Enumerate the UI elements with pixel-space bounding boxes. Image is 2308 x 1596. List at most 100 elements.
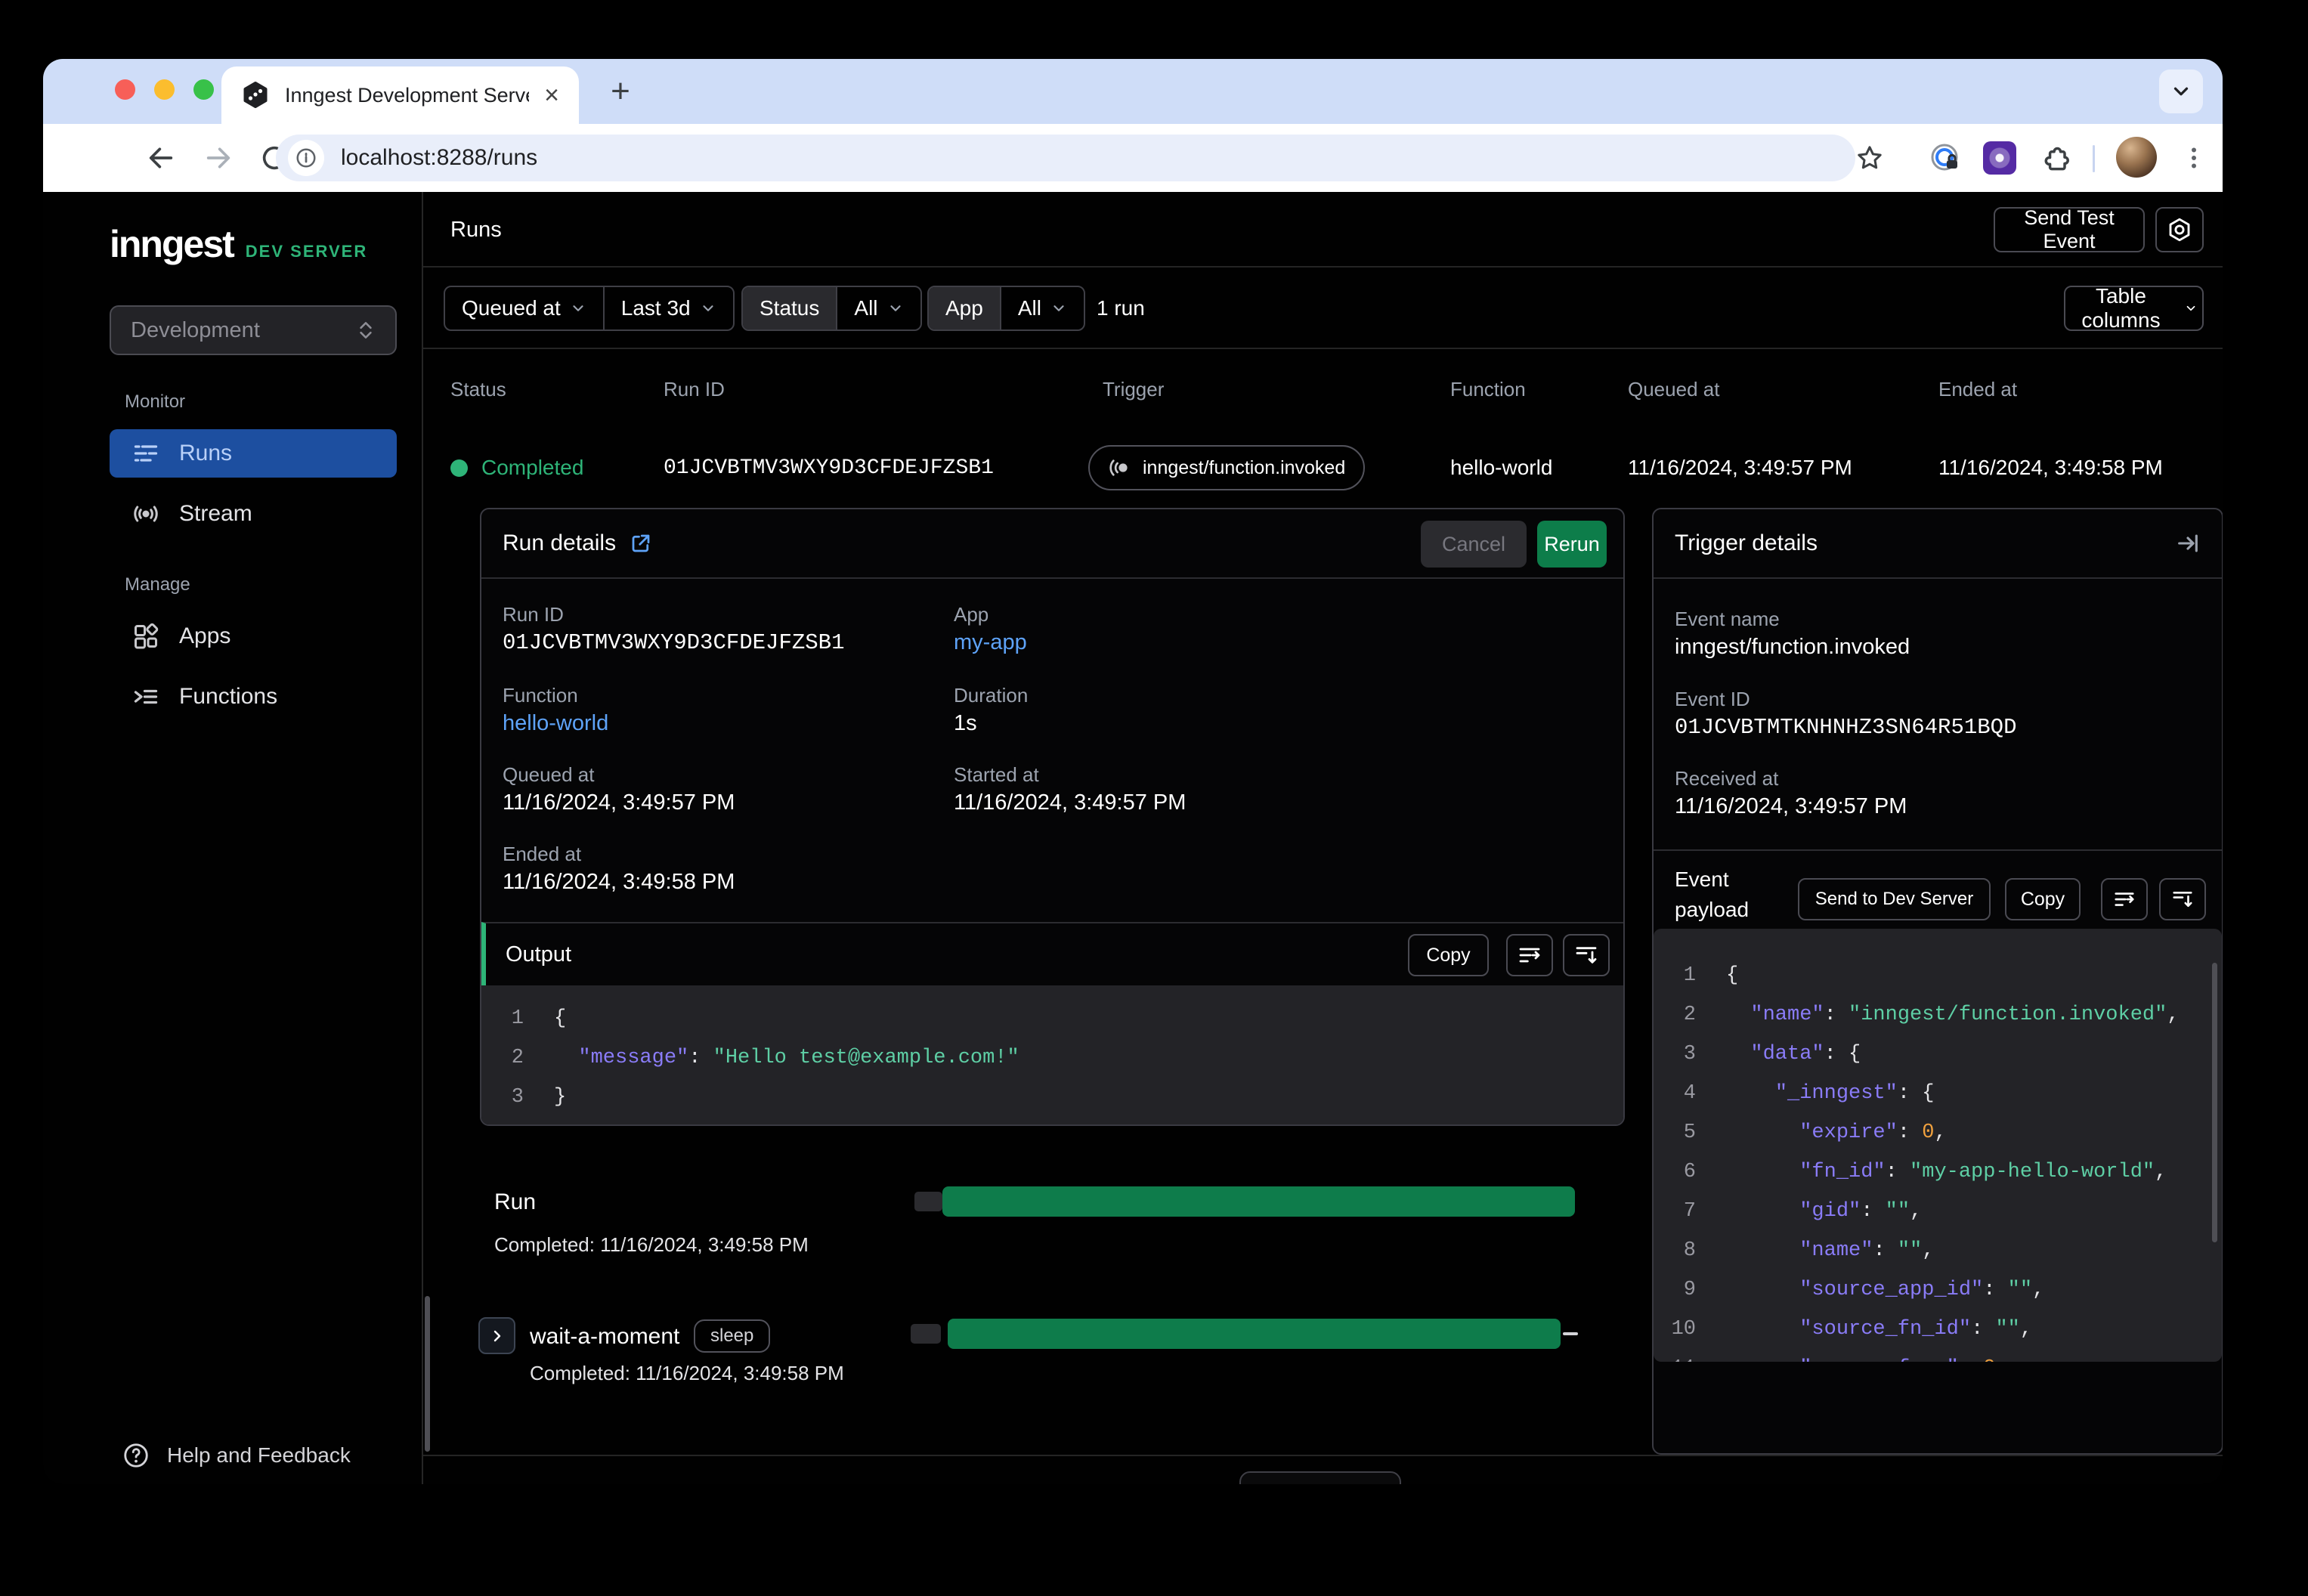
main-content: Runs Send Test Event Queued at Last 3d S… bbox=[423, 192, 2223, 1484]
inngest-logo: inngest bbox=[110, 223, 235, 265]
run-id-label: Run ID bbox=[503, 603, 564, 626]
sidebar-item-stream[interactable]: Stream bbox=[110, 490, 397, 538]
event-payload-title: Event payload bbox=[1675, 868, 1750, 921]
external-link-icon[interactable] bbox=[630, 532, 652, 555]
step-completed-text: Completed: 11/16/2024, 3:49:58 PM bbox=[530, 1362, 844, 1384]
event-payload-code[interactable]: 1{2 "name": "inngest/function.invoked", 3… bbox=[1654, 929, 2222, 1362]
chevron-down-icon bbox=[2186, 305, 2195, 311]
apps-grid-icon bbox=[135, 623, 159, 649]
sidebar-item-apps[interactable]: Apps bbox=[110, 612, 397, 660]
function-link[interactable]: hello-world bbox=[503, 711, 608, 736]
app-filter-select[interactable]: All bbox=[1001, 287, 1084, 329]
tab-search-chevron-button[interactable] bbox=[2159, 70, 2203, 113]
app-filter-label: App bbox=[929, 287, 1000, 329]
trigger-details-panel: Trigger details Event name inngest/funct… bbox=[1652, 508, 2223, 1455]
send-to-dev-server-button[interactable]: Send to Dev Server bbox=[1798, 878, 1991, 920]
help-and-feedback[interactable]: Help and Feedback bbox=[122, 1431, 351, 1480]
status-dot bbox=[450, 459, 468, 477]
time-field-select[interactable]: Queued at bbox=[445, 287, 603, 329]
word-wrap-button[interactable] bbox=[1506, 934, 1553, 976]
profile-avatar[interactable] bbox=[2116, 137, 2157, 178]
step-timeline-bar[interactable] bbox=[948, 1319, 1561, 1349]
window-controls bbox=[115, 79, 214, 100]
close-window-button[interactable] bbox=[115, 79, 135, 100]
extensions-puzzle-icon[interactable] bbox=[2034, 137, 2076, 179]
status-label: Completed bbox=[481, 456, 584, 479]
browser-menu-kebab-icon[interactable] bbox=[2173, 137, 2215, 179]
table-columns-label: Table columns bbox=[2081, 284, 2161, 332]
bookmark-star-icon[interactable] bbox=[1849, 137, 1891, 179]
chevron-down-icon bbox=[1053, 305, 1064, 311]
table-row-queued-at: 11/16/2024, 3:49:57 PM bbox=[1628, 456, 1852, 479]
main-scrollbar[interactable] bbox=[425, 1296, 430, 1452]
output-code[interactable]: 1{2 "message": "Hello test@example.com!"… bbox=[481, 985, 1623, 1124]
column-header-status[interactable]: Status bbox=[450, 349, 506, 430]
password-manager-extension-icon[interactable] bbox=[1923, 137, 1966, 179]
time-range-select[interactable]: Last 3d bbox=[605, 287, 733, 329]
cancel-button[interactable]: Cancel bbox=[1421, 521, 1527, 568]
toolbar-divider bbox=[2093, 145, 2095, 172]
status-filter[interactable]: Status All bbox=[741, 286, 922, 331]
column-header-function[interactable]: Function bbox=[1450, 349, 1526, 430]
status-filter-select[interactable]: All bbox=[837, 287, 920, 329]
copy-payload-button[interactable]: Copy bbox=[2005, 878, 2081, 920]
table-columns-button[interactable]: Table columns bbox=[2064, 284, 2204, 332]
inngest-app: inngest DEV SERVER Development Monitor R… bbox=[43, 192, 2223, 1484]
run-details-header: Run details Cancel Rerun bbox=[481, 509, 1623, 579]
collapse-panel-icon[interactable] bbox=[2175, 530, 2201, 556]
rerun-button[interactable]: Rerun bbox=[1537, 521, 1607, 568]
column-header-trigger[interactable]: Trigger bbox=[1103, 349, 1164, 430]
maximize-window-button[interactable] bbox=[193, 79, 214, 100]
site-info-icon[interactable] bbox=[288, 140, 324, 176]
expand-step-button[interactable] bbox=[478, 1317, 515, 1354]
app-filter[interactable]: App All bbox=[927, 286, 1085, 331]
run-timeline-bar[interactable] bbox=[942, 1186, 1575, 1217]
copy-output-button[interactable]: Copy bbox=[1408, 934, 1489, 976]
partial-hidden-button[interactable] bbox=[1239, 1471, 1401, 1484]
new-tab-button[interactable]: + bbox=[599, 70, 642, 113]
forward-icon[interactable] bbox=[197, 137, 240, 179]
payload-word-wrap-button[interactable] bbox=[2101, 878, 2148, 920]
scroll-to-bottom-button[interactable] bbox=[1563, 934, 1610, 976]
event-trigger-icon bbox=[1109, 459, 1128, 476]
payload-scroll-to-bottom-button[interactable] bbox=[2159, 878, 2206, 920]
filter-row: Queued at Last 3d Status All App All 1 r… bbox=[423, 268, 2223, 349]
column-header-queued-at[interactable]: Queued at bbox=[1628, 349, 1719, 430]
event-id-value: 01JCVBTMTKNHNHZ3SN64R51BQD bbox=[1675, 715, 2017, 740]
page-title: Runs bbox=[450, 217, 502, 242]
tab-close-icon[interactable]: × bbox=[544, 82, 559, 108]
sidebar-item-runs[interactable]: Runs bbox=[110, 429, 397, 478]
timeline-run-label[interactable]: Run bbox=[494, 1189, 536, 1215]
settings-gear-button[interactable] bbox=[2155, 207, 2204, 252]
run-queue-segment bbox=[914, 1192, 942, 1211]
environment-select[interactable]: Development bbox=[110, 305, 397, 355]
started-at-value: 11/16/2024, 3:49:57 PM bbox=[954, 790, 1186, 815]
received-at-value: 11/16/2024, 3:49:57 PM bbox=[1675, 794, 1907, 818]
send-test-event-button[interactable]: Send Test Event bbox=[1994, 206, 2145, 252]
step-name[interactable]: wait-a-moment bbox=[530, 1324, 679, 1350]
logo-row: inngest DEV SERVER bbox=[110, 222, 367, 266]
table-row-trigger[interactable]: inngest/function.invoked bbox=[1088, 430, 1366, 506]
dev-server-badge: DEV SERVER bbox=[245, 242, 368, 261]
table-row-function[interactable]: hello-world bbox=[1450, 430, 1552, 506]
code-line: 5 "expire": 0, bbox=[1683, 1121, 1947, 1144]
table-row-status[interactable]: Completed bbox=[450, 430, 583, 506]
trigger-pill[interactable]: inngest/function.invoked bbox=[1088, 445, 1366, 490]
manage-section-label: Manage bbox=[125, 574, 190, 595]
minimize-window-button[interactable] bbox=[154, 79, 175, 100]
table-row-run-id[interactable]: 01JCVBTMV3WXY9D3CFDEJFZSB1 bbox=[664, 430, 994, 506]
purple-extension-icon[interactable] bbox=[1979, 137, 2021, 179]
step-end-tick bbox=[1563, 1332, 1578, 1335]
trigger-details-header: Trigger details bbox=[1654, 509, 2222, 579]
address-bar[interactable]: localhost:8288/runs bbox=[276, 135, 1855, 181]
column-header-run-id[interactable]: Run ID bbox=[664, 349, 725, 430]
back-icon[interactable] bbox=[140, 137, 182, 179]
browser-tab[interactable]: Inngest Development Server × bbox=[221, 66, 579, 124]
payload-scrollbar[interactable] bbox=[2212, 963, 2217, 1242]
sidebar-item-label: Stream bbox=[179, 501, 252, 526]
sidebar-item-functions[interactable]: Functions bbox=[110, 673, 397, 721]
chevron-down-icon bbox=[889, 305, 901, 311]
time-filter[interactable]: Queued at Last 3d bbox=[444, 286, 735, 331]
column-header-ended-at[interactable]: Ended at bbox=[1938, 349, 2017, 430]
app-link[interactable]: my-app bbox=[954, 630, 1027, 655]
